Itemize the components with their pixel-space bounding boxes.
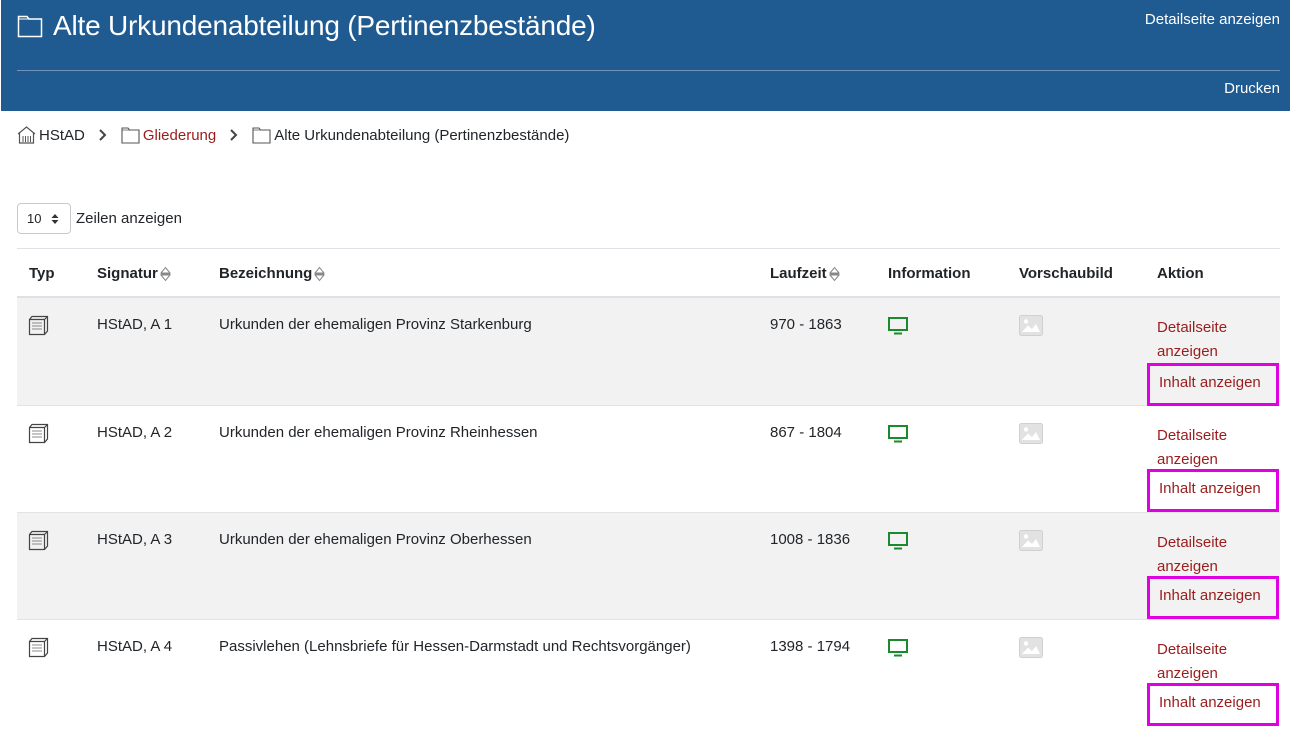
breadcrumb: HStAD Gliederung Alte Urkundenabteilung … <box>17 126 569 144</box>
column-header-vorschaubild: Vorschaubild <box>1019 265 1113 282</box>
page-length-control: 10 Zeilen anzeigen <box>17 203 182 234</box>
chevron-right-icon <box>230 129 238 141</box>
header-divider <box>17 70 1280 71</box>
table-header: Typ Signatur Bezeichnung Laufzeit Inform <box>17 248 1280 298</box>
page-header: Alte Urkundenabteilung (Pertinenzbeständ… <box>1 0 1290 111</box>
cell-laufzeit: 970 - 1863 <box>770 316 842 333</box>
cell-laufzeit: 1008 - 1836 <box>770 531 851 548</box>
image-placeholder-icon <box>1019 530 1043 551</box>
cell-bezeichnung: Urkunden der ehemaligen Provinz Starkenb… <box>219 316 532 333</box>
cell-laufzeit: 1398 - 1794 <box>770 638 851 655</box>
column-header-typ: Typ <box>29 265 55 282</box>
table-row: HStAD, A 4 Passivlehen (Lehnsbriefe für … <box>17 620 1280 730</box>
detail-page-button[interactable]: Detailseite anzeigen <box>1157 531 1227 579</box>
chevron-right-icon <box>99 129 107 141</box>
column-header-aktion: Aktion <box>1157 265 1204 282</box>
table-row: HStAD, A 2 Urkunden der ehemaligen Provi… <box>17 406 1280 513</box>
cell-signatur: HStAD, A 1 <box>97 316 173 333</box>
show-content-button[interactable]: Inhalt anzeigen <box>1147 576 1279 619</box>
table-row: HStAD, A 1 Urkunden der ehemaligen Provi… <box>17 298 1280 406</box>
monitor-icon[interactable] <box>888 425 908 443</box>
folder-icon <box>252 127 271 144</box>
cell-signatur: HStAD, A 2 <box>97 424 173 441</box>
detail-page-button[interactable]: Detailseite anzeigen <box>1157 316 1227 364</box>
monitor-icon[interactable] <box>888 317 908 335</box>
column-header-laufzeit[interactable]: Laufzeit <box>770 265 840 282</box>
sort-arrows-icon <box>51 214 59 224</box>
cell-signatur: HStAD, A 3 <box>97 531 173 548</box>
sort-icon <box>159 266 171 281</box>
image-placeholder-icon <box>1019 637 1043 658</box>
column-header-information: Information <box>888 265 971 282</box>
breadcrumb-label: HStAD <box>39 126 85 144</box>
column-header-signatur[interactable]: Signatur <box>97 265 171 282</box>
detail-page-link[interactable]: Detailseite anzeigen <box>1145 11 1280 28</box>
building-icon <box>17 126 36 144</box>
records-table: Typ Signatur Bezeichnung Laufzeit Inform <box>17 248 1280 726</box>
page-title: Alte Urkundenabteilung (Pertinenzbeständ… <box>53 10 596 41</box>
monitor-icon[interactable] <box>888 532 908 550</box>
image-placeholder-icon <box>1019 315 1043 336</box>
cell-signatur: HStAD, A 4 <box>97 638 173 655</box>
cell-bezeichnung: Passivlehen (Lehnsbriefe für Hessen-Darm… <box>219 638 691 655</box>
rows-per-page-value: 10 <box>27 211 42 226</box>
folder-icon <box>17 15 43 38</box>
show-content-button[interactable]: Inhalt anzeigen <box>1147 363 1279 406</box>
page-title-wrap: Alte Urkundenabteilung (Pertinenzbeständ… <box>17 10 596 42</box>
folder-icon <box>121 127 140 144</box>
detail-page-button[interactable]: Detailseite anzeigen <box>1157 424 1227 472</box>
column-header-bezeichnung[interactable]: Bezeichnung <box>219 265 326 282</box>
print-link[interactable]: Drucken <box>1224 80 1280 97</box>
breadcrumb-item-hstad[interactable]: HStAD <box>17 126 85 144</box>
breadcrumb-item-gliederung[interactable]: Gliederung <box>121 126 216 144</box>
breadcrumb-item-current: Alte Urkundenabteilung (Pertinenzbeständ… <box>252 126 569 144</box>
breadcrumb-label: Alte Urkundenabteilung (Pertinenzbeständ… <box>274 126 570 144</box>
record-box-icon <box>28 423 49 444</box>
show-content-button[interactable]: Inhalt anzeigen <box>1147 683 1279 726</box>
record-box-icon <box>28 637 49 658</box>
breadcrumb-label: Gliederung <box>142 126 217 144</box>
show-content-button[interactable]: Inhalt anzeigen <box>1147 469 1279 512</box>
cell-bezeichnung: Urkunden der ehemaligen Provinz Rheinhes… <box>219 424 538 441</box>
rows-per-page-select[interactable]: 10 <box>17 203 71 234</box>
cell-bezeichnung: Urkunden der ehemaligen Provinz Oberhess… <box>219 531 532 548</box>
record-box-icon <box>28 315 49 336</box>
sort-icon <box>828 266 840 281</box>
rows-per-page-label: Zeilen anzeigen <box>76 210 182 227</box>
record-box-icon <box>28 530 49 551</box>
table-row: HStAD, A 3 Urkunden der ehemaligen Provi… <box>17 513 1280 620</box>
sort-icon <box>314 266 326 281</box>
cell-laufzeit: 867 - 1804 <box>770 424 842 441</box>
monitor-icon[interactable] <box>888 639 908 657</box>
detail-page-button[interactable]: Detailseite anzeigen <box>1157 638 1227 686</box>
image-placeholder-icon <box>1019 423 1043 444</box>
